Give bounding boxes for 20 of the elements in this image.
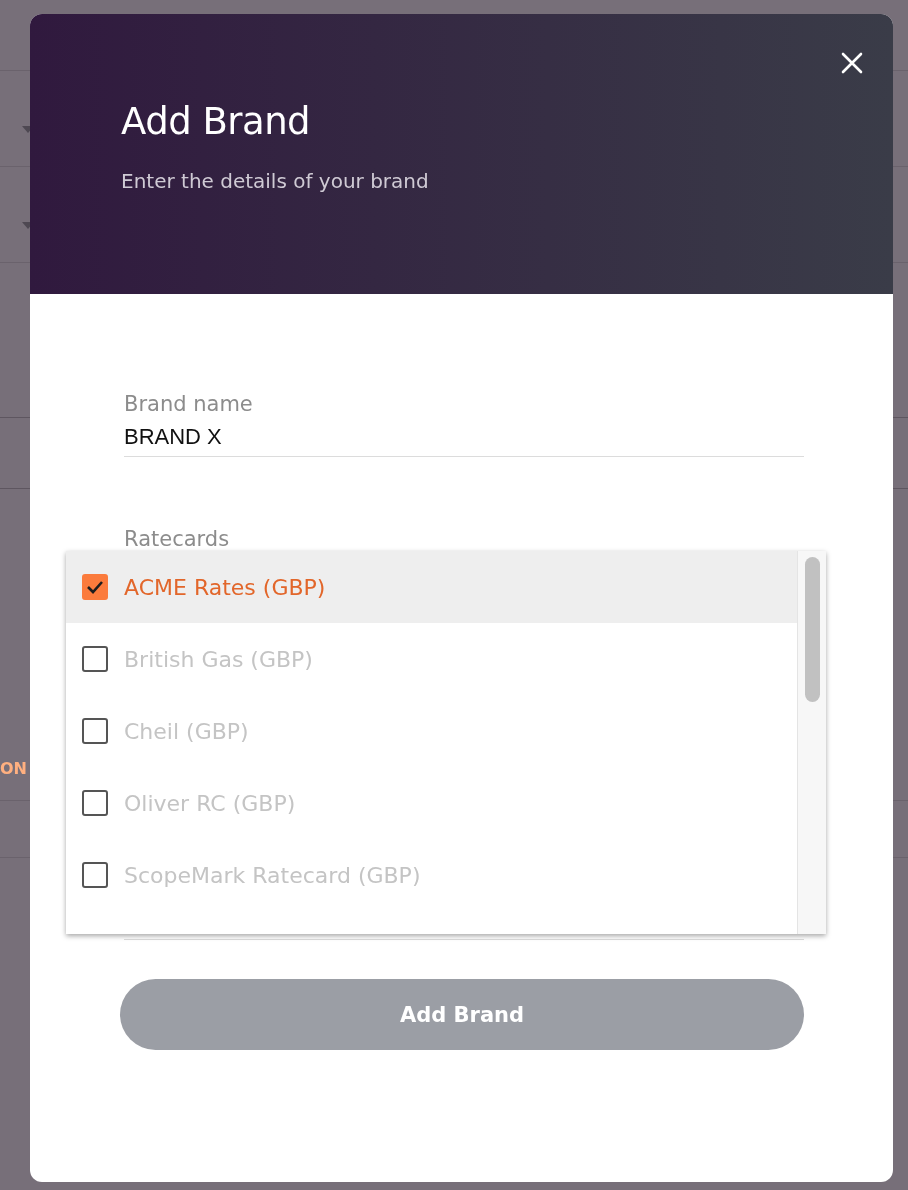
field-label: Ratecards xyxy=(124,527,231,551)
ratecard-option[interactable]: ScopeMark Ratecard (GBP) xyxy=(66,839,797,911)
checkbox[interactable] xyxy=(82,862,108,888)
checkbox[interactable] xyxy=(82,574,108,600)
brand-name-field[interactable]: Brand name BRAND X xyxy=(124,392,804,457)
ratecard-option[interactable]: Oliver RC (GBP) xyxy=(66,767,797,839)
checkbox[interactable] xyxy=(82,790,108,816)
close-button[interactable] xyxy=(841,52,863,74)
brand-name-input[interactable]: BRAND X xyxy=(124,424,344,450)
ratecard-option[interactable]: ACME Rates (GBP) xyxy=(66,551,797,623)
scrollbar[interactable] xyxy=(797,551,826,934)
ratecard-option[interactable]: British Gas (GBP) xyxy=(66,623,797,695)
dialog-title: Add Brand xyxy=(121,100,312,143)
ratecard-option[interactable]: Cheil (GBP) xyxy=(66,695,797,767)
checkbox[interactable] xyxy=(82,646,108,672)
check-icon xyxy=(86,580,104,594)
column-label: ON xyxy=(0,759,27,778)
checkbox[interactable] xyxy=(82,718,108,744)
field-label: Brand name xyxy=(124,392,254,416)
dialog-subtitle: Enter the details of your brand xyxy=(121,169,429,193)
